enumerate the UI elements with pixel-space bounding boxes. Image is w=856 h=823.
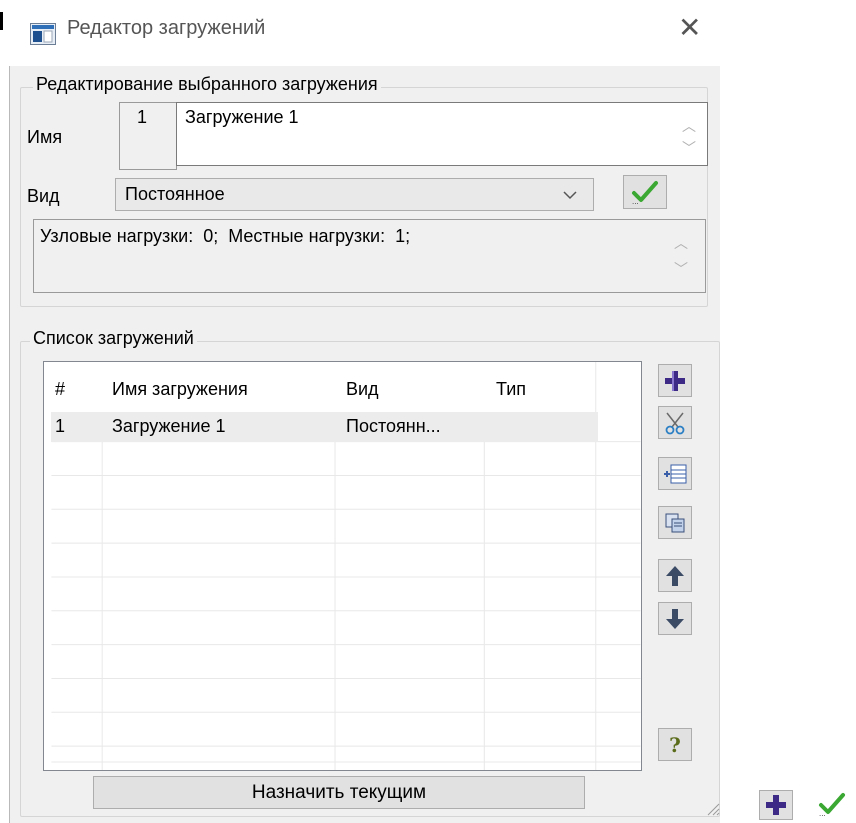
help-button[interactable]: ?	[658, 728, 692, 761]
type-label: Вид	[27, 186, 60, 206]
copy-icon	[665, 513, 685, 532]
set-current-button[interactable]: Назначить текущим	[93, 776, 585, 809]
external-add-button[interactable]	[759, 790, 793, 820]
load-type-value: Постоянное	[125, 184, 225, 204]
checkmark-icon: ...	[819, 793, 845, 817]
column-header-name[interactable]: Имя загружения	[112, 379, 248, 400]
copy-load-button[interactable]	[658, 506, 692, 539]
insert-load-button[interactable]	[658, 457, 692, 490]
load-name-field[interactable]: Загружение 1 ︿ ﹀	[176, 102, 708, 166]
close-button[interactable]: ✕	[678, 14, 701, 42]
info-scroll-down-icon[interactable]: ﹀	[674, 262, 688, 276]
window-edge-mark	[0, 12, 3, 30]
plus-icon	[665, 370, 685, 391]
column-header-number[interactable]: #	[55, 379, 65, 400]
insert-rows-icon	[664, 464, 687, 483]
arrow-down-icon	[666, 608, 684, 629]
row-number: 1	[55, 416, 66, 436]
row-load-name: Загружение 1	[112, 416, 226, 436]
move-down-button[interactable]	[658, 602, 692, 635]
svg-text:...: ...	[632, 197, 639, 205]
help-icon: ?	[669, 732, 681, 757]
plus-icon	[766, 795, 786, 815]
checkmark-icon: ...	[632, 181, 658, 205]
load-type-select[interactable]: Постоянное	[115, 178, 594, 211]
delete-load-button[interactable]	[658, 406, 692, 439]
column-header-type[interactable]: Вид	[346, 379, 379, 400]
svg-text:...: ...	[819, 809, 826, 817]
load-index-box: 1	[119, 102, 177, 170]
move-up-button[interactable]	[658, 559, 692, 592]
row-load-type: Постоянн...	[346, 416, 441, 436]
load-list-group-legend: Список загружений	[30, 328, 197, 349]
info-scroll-up-icon[interactable]: ︿	[674, 236, 688, 250]
column-header-kind[interactable]: Тип	[496, 379, 526, 400]
external-apply-button[interactable]: ...	[814, 788, 850, 820]
scissors-icon	[665, 412, 685, 434]
name-label: Имя	[27, 127, 63, 147]
resize-grip-icon[interactable]	[704, 800, 720, 816]
app-window-icon	[30, 23, 56, 45]
load-index: 1	[137, 107, 148, 127]
edit-load-group-legend: Редактирование выбранного загружения	[33, 74, 381, 95]
load-info-box: Узловые нагрузки: 0; Местные нагрузки: 1…	[33, 219, 706, 293]
load-list-table[interactable]: # Имя загружения Вид Тип 1 Загружение 1 …	[43, 361, 642, 771]
chevron-down-icon	[563, 191, 577, 200]
add-load-button[interactable]	[658, 364, 692, 397]
scroll-down-icon[interactable]: ﹀	[682, 141, 696, 155]
load-name-value: Загружение 1	[185, 107, 299, 127]
window-title: Редактор загружений	[67, 17, 266, 39]
load-info-text: Узловые нагрузки: 0; Местные нагрузки: 1…	[40, 226, 411, 246]
arrow-up-icon	[666, 565, 684, 586]
apply-button[interactable]: ...	[623, 175, 667, 209]
scroll-up-icon[interactable]: ︿	[682, 119, 696, 133]
